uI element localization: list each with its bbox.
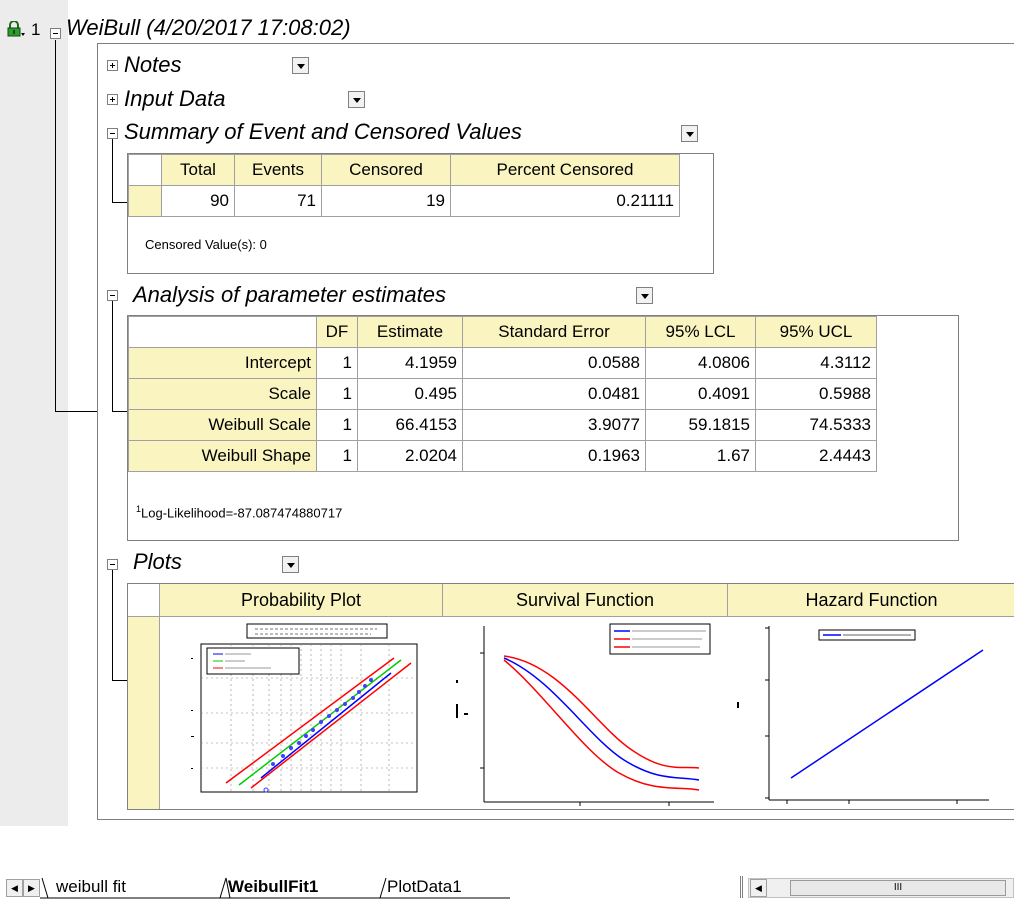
table-row: Scale 1 0.495 0.0481 0.4091 0.5988 (128, 378, 877, 410)
expand-toggle-input-data[interactable] (107, 94, 118, 105)
tab-scroll-right-button[interactable]: ▶ (23, 879, 40, 897)
table-cell: 71 (234, 185, 322, 217)
input-data-dropdown-button[interactable] (348, 91, 365, 108)
param-table-frame: DF Estimate Standard Error 95% LCL 95% U… (127, 315, 959, 541)
section-title-plots[interactable]: Plots (133, 549, 182, 575)
row-header: Weibull Shape (128, 440, 317, 472)
row-header: Intercept (128, 347, 317, 379)
table-cell: 4.0806 (645, 347, 756, 379)
collapse-toggle-root[interactable] (50, 28, 61, 39)
row-header (128, 617, 160, 809)
table-cell: 90 (161, 185, 235, 217)
table-cell: 3.9077 (462, 409, 646, 441)
sheet-tab-plotdata1[interactable]: PlotData1 (387, 877, 462, 897)
row-header: Weibull Scale (128, 409, 317, 441)
table-cell: 1.67 (645, 440, 756, 472)
table-cell: 1 (316, 440, 358, 472)
table-cell: 4.3112 (755, 347, 877, 379)
column-header: Standard Error (462, 316, 646, 348)
table-row: Intercept 1 4.1959 0.0588 4.0806 4.3112 (128, 347, 877, 379)
section-title-summary[interactable]: Summary of Event and Censored Values (124, 119, 522, 145)
table-cell: 66.4153 (357, 409, 463, 441)
column-header: Survival Function (443, 584, 728, 617)
tree-line (55, 40, 56, 412)
lock-icon[interactable] (6, 21, 26, 37)
column-header: Percent Censored (450, 154, 680, 186)
table-row: Weibull Scale 1 66.4153 3.9077 59.1815 7… (128, 409, 877, 441)
column-header: Events (234, 154, 322, 186)
footnote: 1Log-Likelihood=-87.087474880717 (136, 504, 343, 521)
column-header: 95% LCL (645, 316, 756, 348)
tree-line (112, 680, 127, 681)
table-cell: 1 (316, 409, 358, 441)
summary-table: Total Events Censored Percent Censored 9… (128, 154, 680, 217)
row-header: Scale (128, 378, 317, 410)
tree-line (112, 202, 127, 203)
hazard-function-thumbnail[interactable] (729, 618, 1014, 809)
row-gutter (0, 0, 68, 826)
table-cell: 0.1963 (462, 440, 646, 472)
probability-plot-thumbnail[interactable] (161, 618, 442, 809)
column-header: Total (161, 154, 235, 186)
column-header: DF (316, 316, 358, 348)
tree-line (55, 411, 97, 412)
param-table: DF Estimate Standard Error 95% LCL 95% U… (128, 316, 877, 472)
censored-note: Censored Value(s): 0 (145, 237, 267, 252)
tree-line (112, 570, 113, 681)
splitter-handle[interactable] (740, 876, 743, 898)
plots-dropdown-button[interactable] (282, 556, 299, 573)
summary-table-frame: Total Events Censored Percent Censored 9… (127, 153, 714, 274)
notes-dropdown-button[interactable] (292, 57, 309, 74)
table-cell: 0.5988 (755, 378, 877, 410)
table-cell: 59.1815 (645, 409, 756, 441)
column-header: 95% UCL (755, 316, 877, 348)
table-cell: 0.495 (357, 378, 463, 410)
tree-line (112, 301, 113, 412)
column-header: Probability Plot (160, 584, 443, 617)
section-title-notes[interactable]: Notes (124, 52, 181, 78)
table-cell: 2.0204 (357, 440, 463, 472)
column-header: Hazard Function (728, 584, 1014, 617)
section-title-analysis[interactable]: Analysis of parameter estimates (133, 282, 446, 308)
table-cell: 0.0588 (462, 347, 646, 379)
table-cell: 1 (316, 347, 358, 379)
row-number: 1 (31, 20, 41, 39)
scrollbar-thumb[interactable]: III (790, 880, 1006, 896)
table-row: Weibull Shape 1 2.0204 0.1963 1.67 2.444… (128, 440, 877, 472)
tree-line (112, 139, 113, 203)
column-header: Estimate (357, 316, 463, 348)
plots-table-frame: Probability Plot Survival Function Hazar… (127, 583, 1014, 810)
table-cell: 1 (316, 378, 358, 410)
expand-toggle-notes[interactable] (107, 60, 118, 71)
corner-cell (128, 584, 160, 617)
table-cell: 0.4091 (645, 378, 756, 410)
summary-dropdown-button[interactable] (681, 125, 698, 142)
collapse-toggle-plots[interactable] (107, 559, 118, 570)
sheet-tab-weibull-fit[interactable]: weibull fit (56, 877, 126, 897)
table-cell: 2.4443 (755, 440, 877, 472)
collapse-toggle-summary[interactable] (107, 128, 118, 139)
survival-function-thumbnail[interactable] (444, 618, 727, 809)
tree-line (112, 411, 127, 412)
table-cell: 19 (321, 185, 451, 217)
table-cell: 4.1959 (357, 347, 463, 379)
section-title-input-data[interactable]: Input Data (124, 86, 226, 112)
column-header: Censored (321, 154, 451, 186)
table-cell: 0.0481 (462, 378, 646, 410)
report-title: WeiBull (4/20/2017 17:08:02) (66, 15, 351, 40)
sheet-tab-weibullfit1-active[interactable]: WeibullFit1 (228, 877, 318, 897)
scroll-left-button[interactable]: ◀ (750, 879, 767, 897)
table-cell: 74.5333 (755, 409, 877, 441)
analysis-dropdown-button[interactable] (636, 287, 653, 304)
tab-scroll-left-button[interactable]: ◀ (6, 879, 23, 897)
table-cell: 0.21111 (450, 185, 680, 217)
collapse-toggle-analysis[interactable] (107, 290, 118, 301)
